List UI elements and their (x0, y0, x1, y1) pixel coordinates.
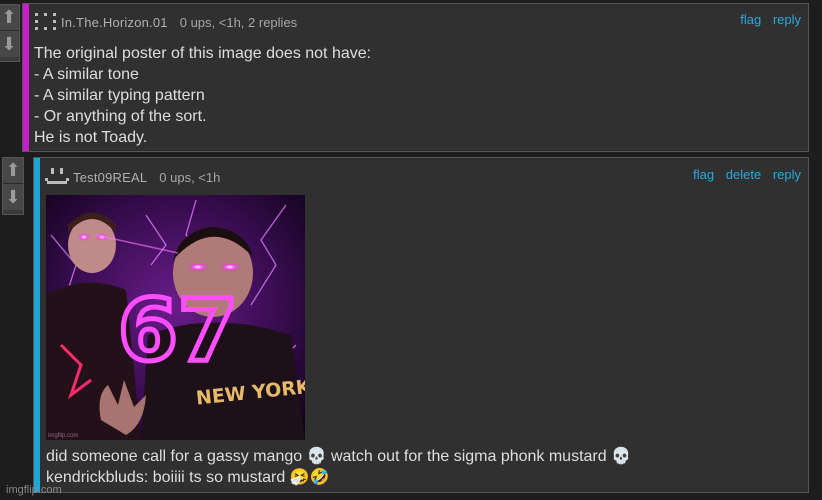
comment-line: did someone call for a gassy mango 💀 wat… (46, 448, 632, 465)
pixel-avatar-icon (35, 13, 56, 30)
comment-2-meta: Test09REAL 0 ups, <1h (45, 167, 220, 187)
up-arrow-icon: ⬆ (1, 7, 17, 28)
comment-2: Test09REAL 0 ups, <1h flag delete reply (33, 157, 809, 493)
comment-stats: 0 ups, <1h (159, 169, 221, 185)
avatar[interactable] (35, 12, 57, 32)
comment-line: - A similar typing pattern (34, 87, 205, 104)
comment-1-body: The original poster of this image does n… (34, 43, 371, 148)
comment-line: The original poster of this image does n… (34, 45, 372, 62)
imgflip-watermark: imgflip.com (6, 484, 62, 496)
down-arrow-icon: ⬇ (1, 33, 17, 55)
upvote-button[interactable]: ⬆ (0, 5, 19, 31)
comment-1-meta: In.The.Horizon.01 0 ups, <1h, 2 replies (35, 12, 297, 32)
comment-1: In.The.Horizon.01 0 ups, <1h, 2 replies … (22, 3, 809, 152)
username[interactable]: In.The.Horizon.01 (61, 15, 168, 30)
reply-link[interactable]: reply (773, 167, 801, 182)
comment-1-actions: flag reply (732, 12, 801, 27)
image-big-number: 67 (118, 281, 238, 381)
comment-line: kendrickbluds: boiiii ts so mustard 🤧🤣 (46, 469, 330, 486)
flag-link[interactable]: flag (740, 12, 761, 27)
downvote-button[interactable]: ⬇ (3, 184, 23, 210)
upvote-button[interactable]: ⬆ (3, 158, 23, 184)
comment-2-accent (34, 158, 40, 492)
up-arrow-icon: ⬆ (5, 160, 21, 181)
comment-image[interactable]: 67 NEW YORK imgflip.com (46, 195, 305, 440)
image-watermark: imgflip.com (48, 433, 79, 439)
vote-column-2: ⬆ ⬇ (2, 157, 24, 215)
comment-line: - Or anything of the sort. (34, 108, 207, 125)
comment-line: He is not Toady. (34, 129, 148, 146)
down-arrow-icon: ⬇ (5, 186, 21, 208)
comment-1-accent (23, 4, 29, 151)
meme-image: 67 NEW YORK (46, 195, 305, 440)
username[interactable]: Test09REAL (73, 170, 147, 185)
comment-2-actions: flag delete reply (685, 167, 801, 182)
vote-column-1: ⬆ ⬇ (0, 4, 20, 62)
comment-line: - A similar tone (34, 66, 139, 83)
downvote-button[interactable]: ⬇ (0, 31, 19, 57)
avatar[interactable] (45, 167, 69, 187)
flag-link[interactable]: flag (693, 167, 714, 182)
pixel-avatar-icon (45, 168, 69, 184)
reply-link[interactable]: reply (773, 12, 801, 27)
delete-link[interactable]: delete (726, 167, 761, 182)
comment-stats: 0 ups, <1h, 2 replies (179, 14, 298, 30)
comment-2-body: did someone call for a gassy mango 💀 wat… (46, 446, 631, 488)
